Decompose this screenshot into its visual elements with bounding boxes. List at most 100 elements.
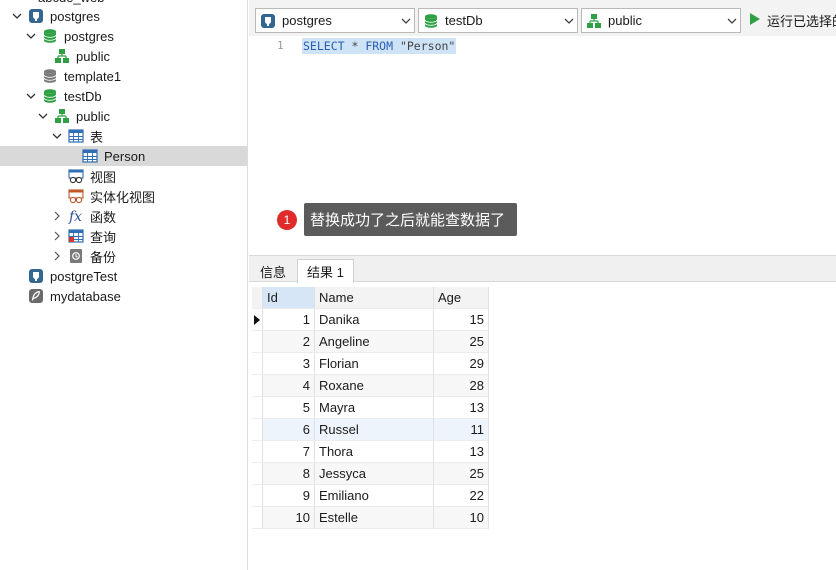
tree-item-备份[interactable]: 备份 <box>0 246 247 266</box>
sql-line[interactable]: SELECT * FROM "Person" <box>302 38 457 54</box>
row-indicator[interactable] <box>252 375 263 397</box>
schema-dropdown[interactable]: public <box>581 8 741 33</box>
line-number: 1 <box>277 39 284 52</box>
row-indicator[interactable] <box>252 463 263 485</box>
cell-age[interactable]: 28 <box>434 375 489 397</box>
column-header-age[interactable]: Age <box>434 287 489 309</box>
sql-keyword-from: FROM <box>365 39 394 53</box>
tree-item-label: mydatabase <box>50 288 121 304</box>
backup-icon <box>68 248 84 264</box>
table-row[interactable]: 7 Thora 13 <box>252 441 489 463</box>
row-indicator[interactable] <box>252 353 263 375</box>
cell-name[interactable]: Roxane <box>315 375 434 397</box>
database-green-icon <box>42 28 58 44</box>
tree-item-实体化视图[interactable]: 实体化视图 <box>0 186 247 206</box>
tree-item-查询[interactable]: 查询 <box>0 226 247 246</box>
tree-item-testdb[interactable]: testDb <box>0 86 247 106</box>
column-header-id[interactable]: Id <box>263 287 315 309</box>
cell-age[interactable]: 10 <box>434 507 489 529</box>
table-row[interactable]: 3 Florian 29 <box>252 353 489 375</box>
tree-item-clipped-label[interactable]: abcde_web <box>38 0 105 5</box>
column-header-name[interactable]: Name <box>315 287 434 309</box>
cell-age[interactable]: 22 <box>434 485 489 507</box>
cell-age[interactable]: 29 <box>434 353 489 375</box>
tree-item-person[interactable]: Person <box>0 146 247 166</box>
cell-id[interactable]: 5 <box>263 397 315 419</box>
row-indicator[interactable] <box>252 419 263 441</box>
tree-item-函数[interactable]: fx 函数 <box>0 206 247 226</box>
tree-item-mydatabase[interactable]: mydatabase <box>0 286 247 306</box>
row-indicator[interactable] <box>252 485 263 507</box>
table-row[interactable]: 4 Roxane 28 <box>252 375 489 397</box>
table-row[interactable]: 1 Danika 15 <box>252 309 489 331</box>
table-row[interactable]: 9 Emiliano 22 <box>252 485 489 507</box>
tree-item-label: Person <box>104 148 146 164</box>
row-indicator[interactable] <box>252 441 263 463</box>
row-indicator[interactable] <box>252 397 263 419</box>
cell-age[interactable]: 13 <box>434 397 489 419</box>
table-row[interactable]: 2 Angeline 25 <box>252 331 489 353</box>
current-row-pointer-icon[interactable] <box>252 309 263 331</box>
cell-id[interactable]: 7 <box>263 441 315 463</box>
schema-icon <box>54 108 70 124</box>
view-icon <box>68 168 84 184</box>
tab-info[interactable]: 信息 <box>251 259 295 283</box>
chevron-down-icon[interactable] <box>38 111 48 121</box>
tree-item-template1[interactable]: template1 <box>0 66 247 86</box>
tree-item-public[interactable]: public <box>0 106 247 126</box>
chevron-down-icon[interactable] <box>26 31 36 41</box>
materialized-view-icon <box>68 188 84 204</box>
chevron-down-icon[interactable] <box>26 91 36 101</box>
cell-name[interactable]: Jessyca <box>315 463 434 485</box>
table-row[interactable]: 10 Estelle 10 <box>252 507 489 529</box>
cell-name[interactable]: Danika <box>315 309 434 331</box>
tree-item-postgres[interactable]: postgres <box>0 6 247 26</box>
cell-name[interactable]: Thora <box>315 441 434 463</box>
cell-id[interactable]: 4 <box>263 375 315 397</box>
cell-name[interactable]: Mayra <box>315 397 434 419</box>
postgres-connection-icon <box>260 13 276 29</box>
schema-icon <box>54 48 70 64</box>
cell-name[interactable]: Florian <box>315 353 434 375</box>
table-row[interactable]: 5 Mayra 13 <box>252 397 489 419</box>
tree-item-表[interactable]: 表 <box>0 126 247 146</box>
cell-name[interactable]: Emiliano <box>315 485 434 507</box>
cell-id[interactable]: 10 <box>263 507 315 529</box>
grid-header-row: Id Name Age <box>252 287 489 309</box>
query-toolbar: postgres testDb public 运行已选择的 <box>249 0 836 40</box>
cell-age[interactable]: 11 <box>434 419 489 441</box>
chevron-down-icon[interactable] <box>52 131 62 141</box>
cell-id[interactable]: 2 <box>263 331 315 353</box>
cell-age[interactable]: 13 <box>434 441 489 463</box>
chevron-down-icon <box>724 18 740 24</box>
chevron-right-icon[interactable] <box>52 251 62 261</box>
cell-id[interactable]: 1 <box>263 309 315 331</box>
tab-result-1[interactable]: 结果 1 <box>297 259 354 283</box>
cell-id[interactable]: 9 <box>263 485 315 507</box>
cell-id[interactable]: 8 <box>263 463 315 485</box>
chevron-right-icon[interactable] <box>52 231 62 241</box>
cell-id[interactable]: 6 <box>263 419 315 441</box>
tree-item-postgres[interactable]: postgres <box>0 26 247 46</box>
tree-item-label: 视图 <box>90 169 117 185</box>
table-row[interactable]: 6 Russel 11 <box>252 419 489 441</box>
cell-id[interactable]: 3 <box>263 353 315 375</box>
cell-age[interactable]: 25 <box>434 463 489 485</box>
tree-item-视图[interactable]: 视图 <box>0 166 247 186</box>
table-row[interactable]: 8 Jessyca 25 <box>252 463 489 485</box>
database-dropdown[interactable]: testDb <box>418 8 578 33</box>
cell-name[interactable]: Russel <box>315 419 434 441</box>
cell-age[interactable]: 25 <box>434 331 489 353</box>
cell-age[interactable]: 15 <box>434 309 489 331</box>
cell-name[interactable]: Estelle <box>315 507 434 529</box>
run-selected-button[interactable]: 运行已选择的 <box>749 10 836 30</box>
tree-item-postgretest[interactable]: postgreTest <box>0 266 247 286</box>
row-indicator[interactable] <box>252 507 263 529</box>
cell-name[interactable]: Angeline <box>315 331 434 353</box>
tree-item-public[interactable]: public <box>0 46 247 66</box>
row-indicator[interactable] <box>252 331 263 353</box>
chevron-down-icon[interactable] <box>12 11 22 21</box>
connection-dropdown[interactable]: postgres <box>255 8 415 33</box>
chevron-right-icon[interactable] <box>52 211 62 221</box>
tree-item-label: public <box>76 108 110 124</box>
